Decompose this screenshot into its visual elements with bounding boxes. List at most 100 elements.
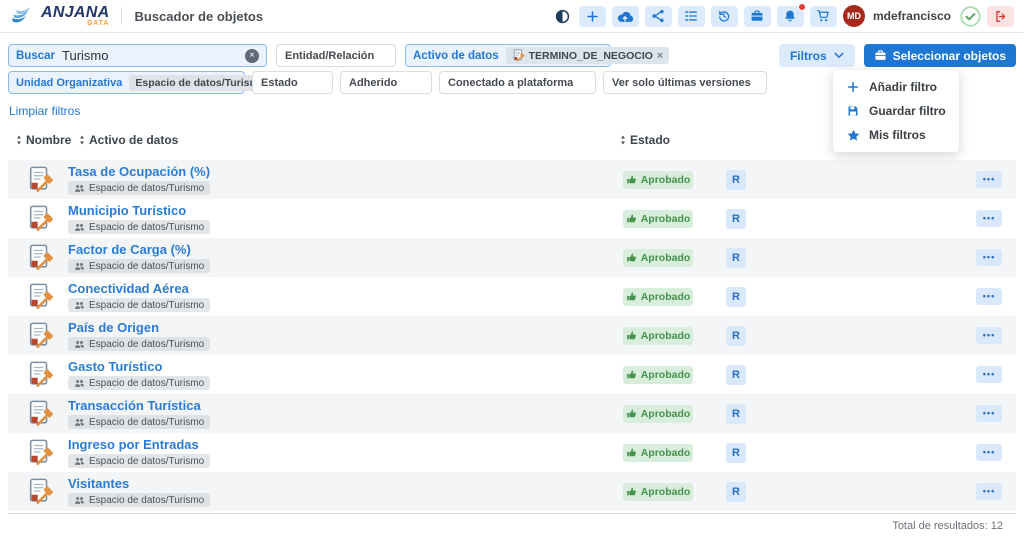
status-badge: Aprobado [623,210,693,228]
table-row: Gasto Turístico Espacio de datos/Turismo… [8,355,1016,394]
row-actions-button[interactable]: ••• [976,210,1002,227]
org-chip-label: Espacio de datos/Turismo [89,417,204,428]
briefcase-icon [750,9,764,23]
status-badge-label: Aprobado [641,252,691,264]
object-name-link[interactable]: Municipio Turístico [68,203,186,219]
briefcase-white-icon [874,49,887,62]
thumbs-up-icon [626,408,637,419]
status-badge: Aprobado [623,444,693,462]
clear-search-icon[interactable]: × [245,49,259,63]
users-icon [74,184,85,193]
thumbs-up-icon [626,213,637,224]
row-actions-button[interactable]: ••• [976,483,1002,500]
row-actions-button[interactable]: ••• [976,405,1002,422]
filtros-button[interactable]: Filtros [779,44,855,67]
org-unit-chip: Espacio de datos/Turismo [68,493,210,507]
status-badge-label: Aprobado [641,369,691,381]
ellipsis-icon: ••• [983,331,995,340]
object-name-link[interactable]: Tasa de Ocupación (%) [68,164,210,180]
status-check-button[interactable] [959,5,981,27]
ellipsis-icon: ••• [983,487,995,496]
status-badge-label: Aprobado [641,174,691,186]
add-button[interactable] [579,6,606,27]
logo-swoosh-icon [10,5,37,28]
search-input[interactable] [62,48,238,63]
ultimas-versiones-input[interactable] [603,71,767,94]
bell-button[interactable] [777,6,804,27]
clear-filters-link[interactable]: Limpiar filtros [9,104,80,118]
cloud-upload-button[interactable] [612,6,639,27]
object-name-link[interactable]: Conectividad Aérea [68,281,189,297]
toolbar-icons [553,6,837,27]
ellipsis-icon: ••• [983,370,995,379]
type-badge: R [726,443,746,463]
document-gavel-icon [26,438,56,467]
checklist-button[interactable] [678,6,705,27]
status-badge-label: Aprobado [641,213,691,225]
row-actions-button[interactable]: ••• [976,249,1002,266]
adherido-input[interactable] [340,71,432,94]
logout-button[interactable] [987,6,1014,27]
object-name-link[interactable]: Ingreso por Entradas [68,437,199,453]
contrast-button[interactable] [553,6,573,27]
header-nombre[interactable]: Nombre [16,133,71,147]
org-chip-label: Espacio de datos/Turismo [89,261,204,272]
briefcase-button[interactable] [744,6,771,27]
cart-icon [816,9,830,23]
object-name-link[interactable]: Visitantes [68,476,129,492]
thumbs-up-icon [626,174,637,185]
object-name-link[interactable]: Transacción Turística [68,398,201,414]
object-name-link[interactable]: Gasto Turístico [68,359,162,375]
remove-asset-chip-icon[interactable]: × [657,50,663,62]
org-unit-chip-label: Espacio de datos/Turismo [135,77,265,89]
estado-input[interactable] [252,71,333,94]
header-activo-de-datos[interactable]: Activo de datos [79,133,178,147]
username-button[interactable]: mdefrancisco [873,9,951,23]
users-icon [74,262,85,271]
header-estado[interactable]: Estado [620,133,670,147]
org-unit-chip: Espacio de datos/Turismo [68,454,210,468]
document-gavel-icon [26,165,56,194]
ellipsis-icon: ••• [983,175,995,184]
logout-icon [994,10,1007,23]
status-badge-label: Aprobado [641,291,691,303]
row-actions-button[interactable]: ••• [976,366,1002,383]
entity-relation-input[interactable] [276,44,396,67]
object-name-link[interactable]: País de Origen [68,320,159,336]
table-row: Municipio Turístico Espacio de datos/Tur… [8,199,1016,238]
users-icon [74,418,85,427]
status-badge-label: Aprobado [641,486,691,498]
row-actions-button[interactable]: ••• [976,327,1002,344]
cloud-upload-icon [617,10,633,23]
thumbs-up-icon [626,447,637,458]
row-actions-button[interactable]: ••• [976,288,1002,305]
menu-item-plus[interactable]: Añadir filtro [833,75,959,99]
document-gavel-icon [26,360,56,389]
object-name-link[interactable]: Factor de Carga (%) [68,242,191,258]
bell-icon [783,9,797,23]
add-icon [586,10,599,23]
select-objects-button[interactable]: Seleccionar objetos [864,44,1016,67]
data-asset-chip: TERMINO_DE_NEGOCIO × [506,47,670,64]
object-info: Municipio Turístico Espacio de datos/Tur… [68,203,623,235]
share-button[interactable] [645,6,672,27]
conectado-plataforma-input[interactable] [439,71,596,94]
menu-item-star[interactable]: Mis filtros [833,123,959,147]
row-actions-button[interactable]: ••• [976,444,1002,461]
table-row: Ingreso por Entradas Espacio de datos/Tu… [8,433,1016,472]
cart-button[interactable] [810,6,837,27]
org-unit-chip: Espacio de datos/Turismo [68,298,210,312]
users-icon [74,340,85,349]
history-button[interactable] [711,6,738,27]
org-chip-label: Espacio de datos/Turismo [89,222,204,233]
users-icon [74,223,85,232]
document-gavel-icon [26,282,56,311]
document-gavel-small-icon [512,49,525,62]
user-avatar[interactable]: MD [843,5,865,27]
data-asset-label: Activo de datos [413,50,499,62]
org-unit-chip: Espacio de datos/Turismo [68,376,210,390]
object-info: Tasa de Ocupación (%) Espacio de datos/T… [68,164,623,196]
row-actions-button[interactable]: ••• [976,171,1002,188]
menu-item-save[interactable]: Guardar filtro [833,99,959,123]
header-nombre-label: Nombre [26,133,71,147]
